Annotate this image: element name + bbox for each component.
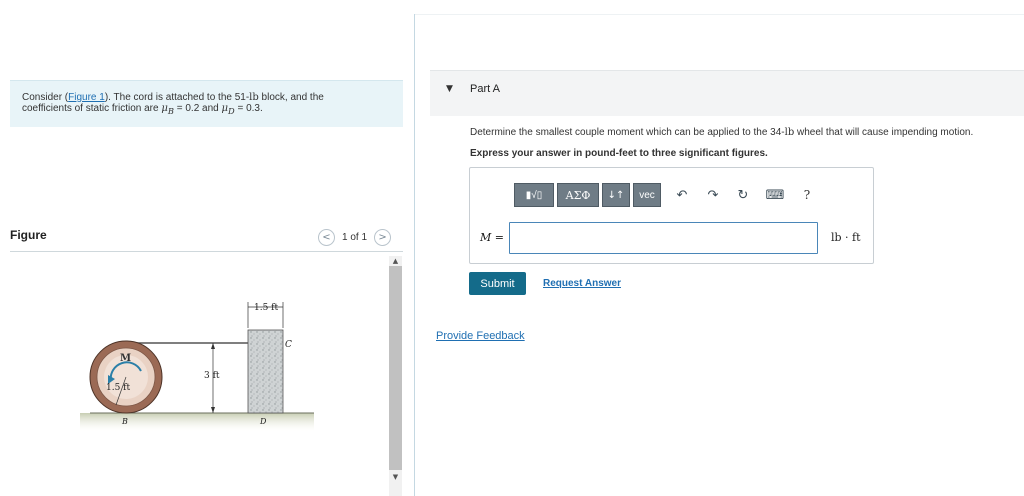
problem-text-end: block, and the bbox=[258, 92, 324, 103]
keyboard-icon[interactable]: ⌨ bbox=[764, 186, 786, 204]
submit-button[interactable]: Submit bbox=[469, 272, 526, 295]
top-divider bbox=[415, 14, 1024, 15]
question-start: Determine the smallest couple moment whi… bbox=[470, 127, 785, 138]
question-text: Determine the smallest couple moment whi… bbox=[470, 127, 973, 138]
moment-label: M bbox=[120, 353, 131, 364]
answer-variable: M bbox=[480, 231, 492, 244]
block bbox=[247, 329, 284, 414]
answer-unit: lb · ft bbox=[831, 231, 861, 244]
answer-instruction: Express your answer in pound-feet to thr… bbox=[470, 148, 768, 159]
dim-height-arrow-top bbox=[211, 343, 215, 349]
greek-symbols-button[interactable]: ΑΣΦ bbox=[557, 183, 599, 207]
vector-button[interactable]: vec bbox=[633, 183, 661, 207]
part-a-header[interactable] bbox=[430, 70, 1024, 116]
help-icon[interactable]: ? bbox=[799, 186, 815, 204]
pager-next-button[interactable]: > bbox=[374, 229, 392, 246]
answer-equals: = bbox=[491, 231, 504, 244]
figure-pager: < 1 of 1 > bbox=[318, 229, 392, 246]
pager-count: 1 of 1 bbox=[342, 232, 368, 243]
reset-icon[interactable]: ↻ bbox=[734, 186, 752, 204]
pager-prev-button[interactable]: < bbox=[318, 229, 335, 246]
figure-image: 1.5 ft C 3 ft M 1.5 ft B D bbox=[10, 253, 388, 496]
answer-variable-label: M = bbox=[480, 231, 504, 244]
mu-d-value: = 0.3. bbox=[234, 103, 263, 114]
redo-icon[interactable]: ↷ bbox=[704, 186, 722, 204]
radius-label: 1.5 ft bbox=[106, 383, 131, 393]
left-column: Consider (Figure 1). The cord is attache… bbox=[0, 0, 414, 496]
templates-button[interactable]: ▮√▯ bbox=[514, 183, 554, 207]
figure-scrollbar-thumb[interactable] bbox=[389, 266, 402, 470]
dim-height-label: 3 ft bbox=[204, 371, 220, 381]
point-b-label: B bbox=[121, 417, 128, 426]
ground-surface bbox=[80, 413, 314, 431]
problem-line2: coefficients of static friction are bbox=[22, 103, 162, 114]
subscript-superscript-button[interactable]: ↓↑ bbox=[602, 183, 630, 207]
column-divider bbox=[414, 14, 415, 496]
figure-heading: Figure bbox=[10, 228, 47, 242]
figure-link[interactable]: Figure 1 bbox=[68, 92, 105, 103]
provide-feedback-link[interactable]: Provide Feedback bbox=[436, 330, 525, 342]
mu-b-value: = 0.2 and bbox=[173, 103, 222, 114]
weight-unit: lb bbox=[249, 92, 259, 103]
point-d-label: D bbox=[259, 417, 267, 426]
problem-text: ). The cord is attached to the 51- bbox=[104, 92, 250, 103]
dim-height-arrow-bottom bbox=[211, 407, 215, 413]
dim-top-label: 1.5 ft bbox=[254, 303, 279, 313]
problem-statement: Consider (Figure 1). The cord is attache… bbox=[10, 80, 403, 127]
problem-prefix: Consider ( bbox=[22, 92, 69, 103]
collapse-caret-icon[interactable]: ▼ bbox=[446, 84, 453, 94]
mu-d-subscript: D bbox=[228, 106, 235, 116]
point-c-label: C bbox=[285, 340, 292, 350]
undo-icon[interactable]: ↶ bbox=[673, 186, 691, 204]
wheel-block-diagram: 1.5 ft C 3 ft M 1.5 ft B D bbox=[80, 302, 314, 431]
scroll-down-arrow-icon[interactable]: ▼ bbox=[389, 472, 402, 482]
scroll-up-arrow-icon[interactable]: ▲ bbox=[389, 256, 402, 266]
request-answer-link[interactable]: Request Answer bbox=[543, 278, 621, 289]
question-end: wheel that will cause impending motion. bbox=[794, 127, 974, 138]
answer-input[interactable] bbox=[509, 222, 818, 254]
figure-divider bbox=[10, 251, 403, 252]
part-title: Part A bbox=[470, 83, 500, 95]
question-weight-unit: lb bbox=[784, 127, 795, 138]
